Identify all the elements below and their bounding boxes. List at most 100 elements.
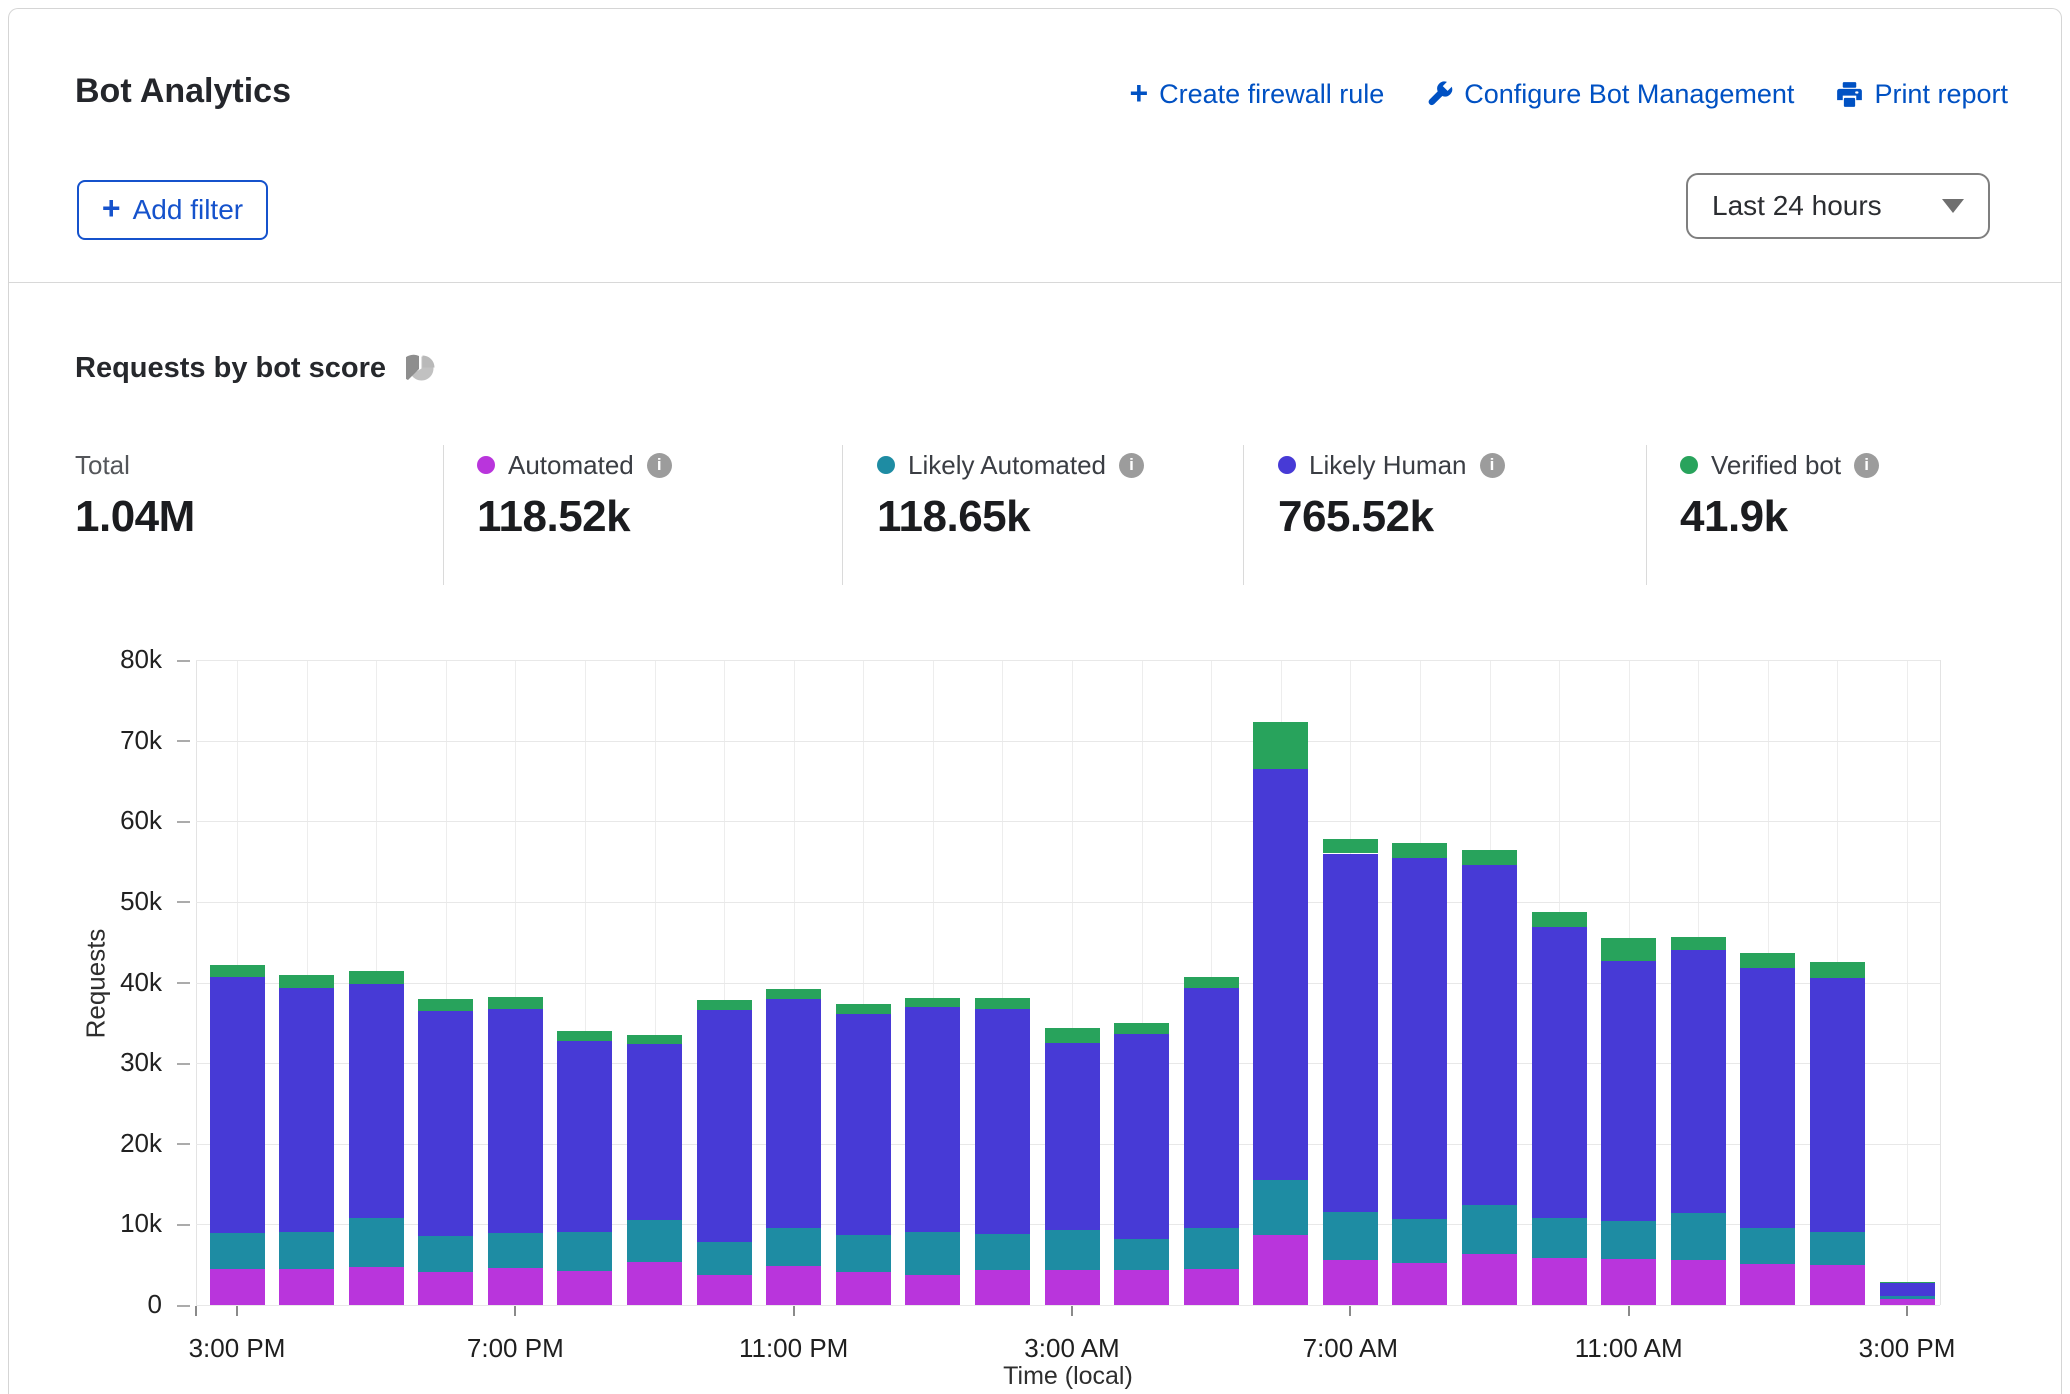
bar-segment-automated[interactable] xyxy=(1184,1269,1239,1305)
bar-segment-likely-human[interactable] xyxy=(1114,1034,1169,1239)
bar-segment-likely-human[interactable] xyxy=(697,1010,752,1242)
bar-segment-automated[interactable] xyxy=(210,1269,265,1305)
bar-segment-verified-bot[interactable] xyxy=(557,1031,612,1041)
info-icon[interactable]: i xyxy=(1854,453,1879,478)
bar-segment-automated[interactable] xyxy=(766,1266,821,1305)
bar-segment-likely-automated[interactable] xyxy=(1671,1213,1726,1260)
bar-segment-automated[interactable] xyxy=(1392,1263,1447,1305)
bar-segment-likely-automated[interactable] xyxy=(1392,1219,1447,1263)
bar-segment-verified-bot[interactable] xyxy=(1045,1028,1100,1043)
bar-segment-likely-automated[interactable] xyxy=(627,1220,682,1263)
bar-segment-likely-automated[interactable] xyxy=(1184,1228,1239,1269)
bar-segment-automated[interactable] xyxy=(1462,1254,1517,1305)
bar-segment-verified-bot[interactable] xyxy=(1601,938,1656,961)
bar-segment-likely-automated[interactable] xyxy=(279,1232,334,1269)
bar-segment-likely-human[interactable] xyxy=(1184,988,1239,1227)
bar-segment-verified-bot[interactable] xyxy=(1462,850,1517,865)
bar-segment-likely-human[interactable] xyxy=(1740,968,1795,1228)
bar-segment-likely-human[interactable] xyxy=(557,1041,612,1233)
bar-segment-likely-automated[interactable] xyxy=(1810,1232,1865,1266)
bar-segment-automated[interactable] xyxy=(1323,1260,1378,1305)
bar-segment-automated[interactable] xyxy=(349,1267,404,1305)
bar-segment-likely-human[interactable] xyxy=(627,1044,682,1220)
bar-segment-automated[interactable] xyxy=(1601,1259,1656,1305)
bar-segment-automated[interactable] xyxy=(697,1275,752,1305)
bar-segment-automated[interactable] xyxy=(1532,1258,1587,1305)
bar-segment-likely-automated[interactable] xyxy=(697,1242,752,1275)
bar-segment-likely-human[interactable] xyxy=(1601,961,1656,1221)
bar-segment-automated[interactable] xyxy=(1740,1264,1795,1305)
bar-segment-verified-bot[interactable] xyxy=(975,998,1030,1009)
bar-segment-verified-bot[interactable] xyxy=(1740,953,1795,968)
bar-segment-likely-human[interactable] xyxy=(1532,927,1587,1218)
bar-segment-verified-bot[interactable] xyxy=(1392,843,1447,858)
info-icon[interactable]: i xyxy=(1119,453,1144,478)
bar-segment-automated[interactable] xyxy=(557,1271,612,1305)
bar-segment-likely-automated[interactable] xyxy=(210,1233,265,1268)
add-filter-button[interactable]: + Add filter xyxy=(77,180,268,240)
bar-segment-likely-human[interactable] xyxy=(1253,769,1308,1180)
bar-segment-verified-bot[interactable] xyxy=(836,1004,891,1014)
bar-segment-likely-human[interactable] xyxy=(1323,854,1378,1213)
bar-segment-verified-bot[interactable] xyxy=(488,997,543,1009)
bar-segment-likely-automated[interactable] xyxy=(905,1232,960,1275)
bar-segment-likely-automated[interactable] xyxy=(766,1228,821,1266)
bar-segment-automated[interactable] xyxy=(1810,1265,1865,1305)
bar-segment-likely-human[interactable] xyxy=(1671,950,1726,1213)
bar-segment-likely-human[interactable] xyxy=(1392,858,1447,1218)
bar-segment-verified-bot[interactable] xyxy=(1114,1023,1169,1034)
bar-segment-automated[interactable] xyxy=(1880,1299,1935,1305)
bar-segment-likely-human[interactable] xyxy=(279,988,334,1231)
print-report-link[interactable]: Print report xyxy=(1836,79,2008,110)
bar-segment-verified-bot[interactable] xyxy=(1323,839,1378,854)
bar-segment-likely-automated[interactable] xyxy=(1323,1212,1378,1260)
bar-segment-likely-human[interactable] xyxy=(1810,978,1865,1232)
bar-segment-verified-bot[interactable] xyxy=(1253,722,1308,769)
bar-segment-verified-bot[interactable] xyxy=(1810,962,1865,978)
bar-segment-likely-automated[interactable] xyxy=(557,1232,612,1271)
bar-segment-likely-automated[interactable] xyxy=(349,1218,404,1267)
bar-segment-verified-bot[interactable] xyxy=(1184,977,1239,988)
bar-segment-automated[interactable] xyxy=(1253,1235,1308,1305)
create-firewall-rule-link[interactable]: + Create firewall rule xyxy=(1129,78,1384,110)
bar-segment-automated[interactable] xyxy=(975,1270,1030,1305)
configure-bot-management-link[interactable]: Configure Bot Management xyxy=(1426,79,1794,110)
bar-segment-verified-bot[interactable] xyxy=(766,989,821,999)
bar-segment-automated[interactable] xyxy=(1045,1270,1100,1305)
bar-segment-likely-automated[interactable] xyxy=(836,1235,891,1272)
bar-segment-likely-human[interactable] xyxy=(766,999,821,1229)
bar-segment-verified-bot[interactable] xyxy=(279,975,334,988)
bar-segment-likely-automated[interactable] xyxy=(1462,1205,1517,1254)
bar-segment-automated[interactable] xyxy=(418,1272,473,1305)
bar-segment-automated[interactable] xyxy=(1114,1270,1169,1305)
bar-segment-automated[interactable] xyxy=(627,1262,682,1305)
bar-segment-verified-bot[interactable] xyxy=(697,1000,752,1010)
bar-segment-likely-automated[interactable] xyxy=(1045,1230,1100,1270)
bar-segment-likely-human[interactable] xyxy=(1880,1282,1935,1296)
bar-segment-likely-human[interactable] xyxy=(349,984,404,1218)
bar-segment-verified-bot[interactable] xyxy=(1532,912,1587,927)
bar-segment-likely-automated[interactable] xyxy=(488,1233,543,1268)
bar-segment-verified-bot[interactable] xyxy=(627,1035,682,1044)
bar-segment-verified-bot[interactable] xyxy=(1671,937,1726,951)
bar-segment-likely-human[interactable] xyxy=(488,1009,543,1233)
bar-segment-automated[interactable] xyxy=(488,1268,543,1305)
bar-segment-likely-human[interactable] xyxy=(836,1014,891,1235)
bar-segment-likely-automated[interactable] xyxy=(1253,1180,1308,1235)
bar-segment-automated[interactable] xyxy=(1671,1260,1726,1305)
bar-segment-likely-automated[interactable] xyxy=(1740,1228,1795,1264)
bar-segment-likely-automated[interactable] xyxy=(1114,1239,1169,1270)
bar-segment-verified-bot[interactable] xyxy=(210,965,265,977)
bar-segment-likely-automated[interactable] xyxy=(1880,1296,1935,1298)
bar-segment-verified-bot[interactable] xyxy=(1880,1282,1935,1283)
bar-segment-automated[interactable] xyxy=(836,1272,891,1305)
bar-segment-likely-human[interactable] xyxy=(1462,865,1517,1205)
info-icon[interactable]: i xyxy=(1480,453,1505,478)
bar-segment-likely-human[interactable] xyxy=(210,977,265,1233)
bar-segment-verified-bot[interactable] xyxy=(418,999,473,1011)
bar-segment-automated[interactable] xyxy=(905,1275,960,1305)
info-icon[interactable]: i xyxy=(647,453,672,478)
bar-segment-automated[interactable] xyxy=(279,1269,334,1305)
bar-segment-likely-human[interactable] xyxy=(975,1009,1030,1234)
bar-segment-likely-automated[interactable] xyxy=(418,1236,473,1272)
